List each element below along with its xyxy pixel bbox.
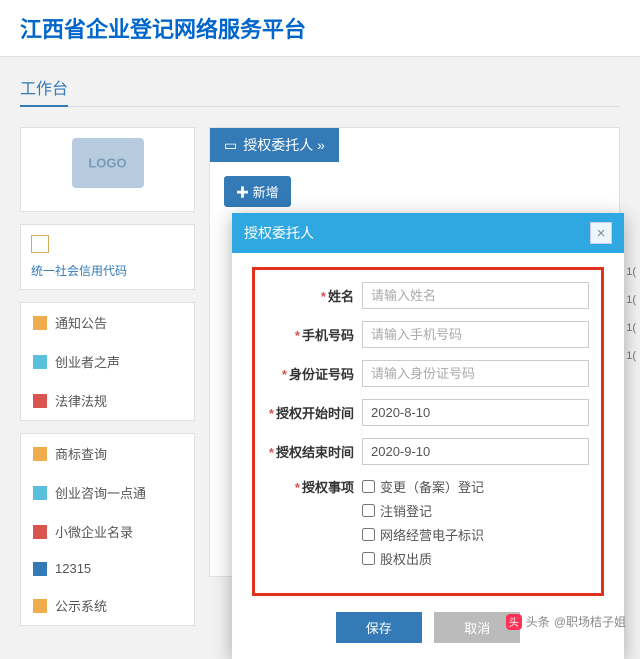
credential-card: 统一社会信用代码	[20, 224, 195, 290]
nav-voice[interactable]: 创业者之声	[21, 342, 194, 381]
matters-list: 变更（备案）登记 注销登记 网络经营电子标识 股权出质	[362, 477, 589, 573]
name-input[interactable]	[362, 282, 589, 309]
consult-icon	[33, 486, 47, 500]
nav-group-2: 商标查询 创业咨询一点通 小微企业名录 12315 公示系统	[20, 433, 195, 626]
notice-icon	[33, 316, 47, 330]
nav-consult[interactable]: 创业咨询一点通	[21, 473, 194, 512]
matter-change[interactable]: 变更（备案）登记	[362, 477, 589, 496]
sme-icon	[33, 525, 47, 539]
modal-title: 授权委托人	[244, 223, 314, 243]
publicity-icon	[33, 599, 47, 613]
edge-numbers: 1(1(1(1(	[626, 258, 636, 370]
stamp-icon	[31, 235, 49, 253]
card-icon: ▭	[224, 137, 237, 154]
app-title: 江西省企业登记网络服务平台	[20, 12, 620, 44]
app-header: 江西省企业登记网络服务平台	[0, 0, 640, 57]
subheader: 工作台	[0, 57, 640, 115]
nav-sme[interactable]: 小微企业名录	[21, 512, 194, 551]
checkbox-equity[interactable]	[362, 552, 375, 565]
matters-label: *授权事项	[267, 477, 362, 496]
nav-12315[interactable]: 12315	[21, 551, 194, 586]
matter-eid[interactable]: 网络经营电子标识	[362, 525, 589, 544]
phone-input[interactable]	[362, 321, 589, 348]
checkbox-change[interactable]	[362, 480, 375, 493]
name-label: *姓名	[267, 286, 362, 305]
panel-title: ▭ 授权委托人 »	[210, 128, 339, 162]
sidebar: 统一社会信用代码 通知公告 创业者之声 法律法规 商标查询 创业咨询一点通 小微…	[20, 127, 195, 626]
save-button[interactable]: 保存	[336, 612, 422, 643]
matter-cancel[interactable]: 注销登记	[362, 501, 589, 520]
credential-label: 统一社会信用代码	[31, 262, 184, 279]
id-label: *身份证号码	[267, 364, 362, 383]
nav-law[interactable]: 法律法规	[21, 381, 194, 420]
checkbox-cancel[interactable]	[362, 504, 375, 517]
end-date-input[interactable]	[362, 438, 589, 465]
logo-icon	[72, 138, 144, 188]
start-date-input[interactable]	[362, 399, 589, 426]
logo-card	[20, 127, 195, 212]
form-highlight: *姓名 *手机号码 *身份证号码 *授权开始时间 *授权结束时间 *授权事项	[252, 267, 604, 596]
start-date-label: *授权开始时间	[267, 403, 362, 422]
phone-label: *手机号码	[267, 325, 362, 344]
matter-equity[interactable]: 股权出质	[362, 549, 589, 568]
close-icon[interactable]: ×	[590, 222, 612, 244]
workspace-title: 工作台	[20, 75, 68, 107]
hotline-icon	[33, 562, 47, 576]
toutiao-icon: 头	[506, 614, 522, 630]
nav-trademark[interactable]: 商标查询	[21, 434, 194, 473]
modal-header: 授权委托人 ×	[232, 213, 624, 253]
voice-icon	[33, 355, 47, 369]
nav-notice[interactable]: 通知公告	[21, 303, 194, 342]
watermark: 头 头条 @职场桔子姐	[506, 613, 626, 630]
id-input[interactable]	[362, 360, 589, 387]
auth-delegate-modal: 授权委托人 × *姓名 *手机号码 *身份证号码 *授权开始时间 *授权结束时间	[232, 213, 624, 659]
add-button[interactable]: ✚ 新增	[224, 176, 291, 207]
nav-publicity[interactable]: 公示系统	[21, 586, 194, 625]
checkbox-eid[interactable]	[362, 528, 375, 541]
nav-group-1: 通知公告 创业者之声 法律法规	[20, 302, 195, 421]
trademark-icon	[33, 447, 47, 461]
end-date-label: *授权结束时间	[267, 442, 362, 461]
law-icon	[33, 394, 47, 408]
